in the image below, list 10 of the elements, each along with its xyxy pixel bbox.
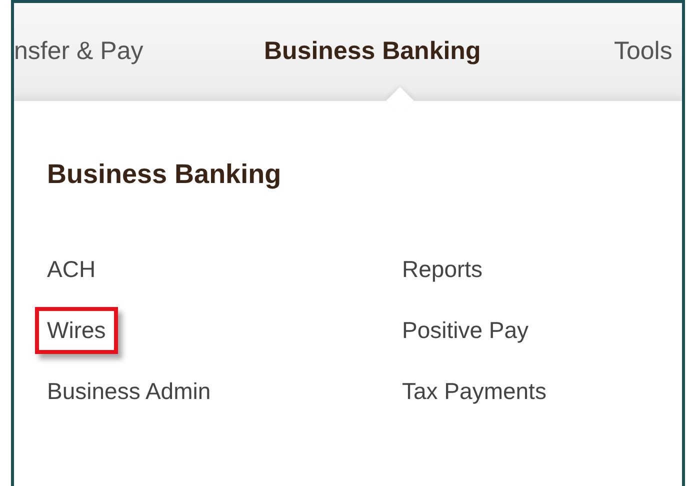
nav-link[interactable]: Business Banking (264, 33, 614, 71)
menu-link[interactable]: ACH (47, 258, 96, 281)
menu-link[interactable]: Business Admin (47, 380, 211, 403)
nav-link[interactable]: nsfer & Pay (14, 33, 264, 71)
menu-heading: Business Banking (47, 161, 282, 188)
menu-link[interactable]: Wires (47, 319, 106, 342)
menu-link[interactable]: Reports (402, 258, 483, 281)
menu-link[interactable]: Tax Payments (402, 380, 546, 403)
menu-link[interactable]: Positive Pay (402, 319, 529, 342)
nav-link[interactable]: Tools (614, 33, 672, 71)
